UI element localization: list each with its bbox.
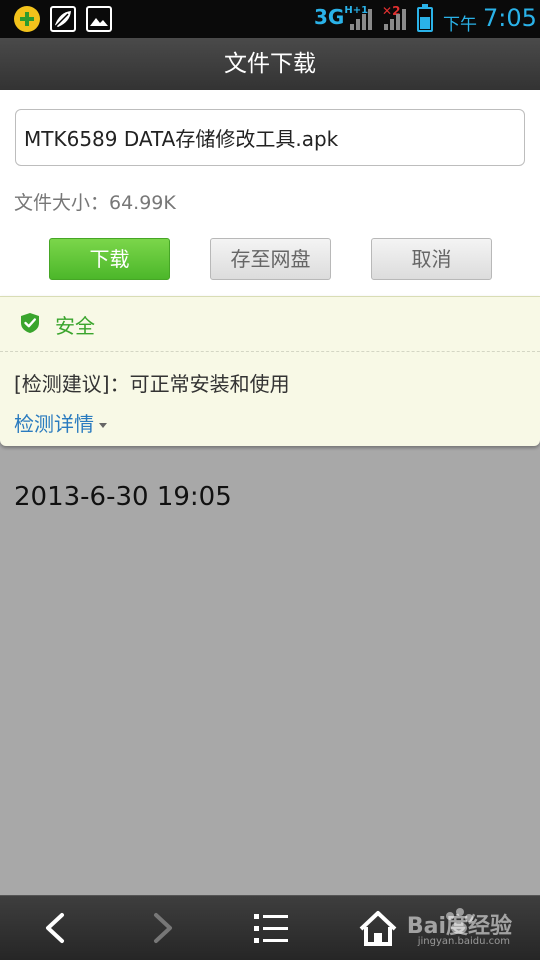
forward-icon[interactable] xyxy=(142,896,182,960)
filename-input[interactable] xyxy=(15,109,525,166)
post-datetime: 2013-6-30 19:05 xyxy=(14,482,232,512)
security-panel: 安全 [检测建议]：可正常安装和使用 检测详情 xyxy=(0,296,540,446)
security-status-label: 安全 xyxy=(55,314,95,338)
security-details-label: 检测详情 xyxy=(14,412,94,436)
app-logo-icon xyxy=(14,6,40,32)
network-type-label: 3G xyxy=(314,5,345,29)
clock-time: 7:05 xyxy=(483,4,537,32)
save-to-cloud-button[interactable]: 存至网盘 xyxy=(210,238,331,280)
chevron-down-icon xyxy=(99,423,107,428)
clock-ampm: 下午 xyxy=(443,15,477,35)
home-icon[interactable] xyxy=(356,896,400,960)
security-advice-text: [检测建议]：可正常安装和使用 xyxy=(14,372,290,396)
menu-icon[interactable] xyxy=(250,896,292,960)
status-bar: 3GH+1 ✕2 下午 7:05 xyxy=(0,0,540,38)
leaf-icon xyxy=(50,6,76,32)
signal-icon-sim2 xyxy=(384,8,406,30)
security-details-link[interactable]: 检测详情 xyxy=(14,408,107,437)
cancel-button[interactable]: 取消 xyxy=(371,238,492,280)
back-icon[interactable] xyxy=(36,896,76,960)
signal-icon xyxy=(350,8,372,30)
watermark-url: jingyan.baidu.com xyxy=(417,936,510,947)
file-size-text: 文件大小：64.99K xyxy=(14,192,176,214)
battery-icon xyxy=(417,4,433,32)
page-title: 文件下载 xyxy=(0,38,540,90)
download-dialog: 文件大小：64.99K 下载 存至网盘 取消 xyxy=(0,90,540,296)
shield-check-icon xyxy=(21,313,39,333)
download-button[interactable]: 下载 xyxy=(49,238,170,280)
dashed-divider xyxy=(0,351,540,352)
image-icon xyxy=(86,6,112,32)
